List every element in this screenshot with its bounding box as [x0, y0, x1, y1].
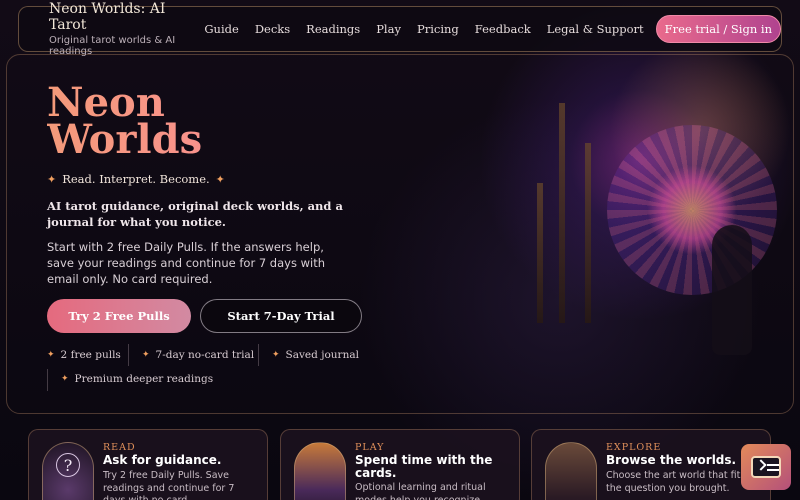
card-play[interactable]: PLAY Spend time with the cards. Optional…	[280, 429, 520, 500]
nav-readings[interactable]: Readings	[298, 22, 368, 36]
hero-title-line-2: Worlds	[47, 116, 203, 163]
card-description: Choose the art world that fits the quest…	[606, 470, 746, 494]
card-explore[interactable]: EXPLORE Browse the worlds. Choose the ar…	[531, 429, 771, 500]
feature-free-pulls: ✦ 2 free pulls	[47, 349, 121, 361]
nav-feedback[interactable]: Feedback	[467, 22, 539, 36]
start-trial-button[interactable]: Start 7-Day Trial	[200, 299, 362, 333]
feature-label: Premium deeper readings	[74, 373, 214, 385]
top-navigation-bar: Neon Worlds: AI Tarot Original tarot wor…	[18, 1, 782, 57]
tagline-text: Read. Interpret. Become.	[62, 172, 210, 186]
hero-title: Neon Worlds	[47, 84, 377, 158]
feature-no-card-trial: ✦ 7-day no-card trial	[142, 349, 254, 361]
world-art	[545, 442, 597, 500]
sparkle-icon: ✦	[142, 350, 150, 360]
chat-support-icon[interactable]	[741, 444, 791, 490]
feature-divider	[47, 369, 48, 391]
brand-subtitle: Original tarot worlds & AI readings	[49, 35, 176, 57]
question-mark-icon: ?	[56, 453, 80, 477]
sparkle-icon: ✦	[272, 350, 280, 360]
card-read[interactable]: ? READ Ask for guidance. Try 2 free Dail…	[28, 429, 268, 500]
feature-divider	[258, 344, 259, 366]
hero-body: Start with 2 free Daily Pulls. If the an…	[47, 240, 326, 286]
hero-section: Neon Worlds ✦ Read. Interpret. Become. ✦…	[47, 84, 377, 287]
pillar-art	[559, 103, 565, 323]
card-kicker: EXPLORE	[606, 442, 662, 453]
free-trial-sign-in-button[interactable]: Free trial / Sign in	[655, 15, 781, 43]
feature-label: Saved journal	[285, 349, 359, 361]
hero-tagline: ✦ Read. Interpret. Become. ✦	[47, 172, 377, 186]
card-title: Ask for guidance.	[103, 453, 222, 467]
card-thumbnail: ?	[42, 442, 94, 500]
feature-label: 2 free pulls	[60, 349, 121, 361]
brand-title: Neon Worlds: AI Tarot	[49, 1, 166, 33]
card-description: Try 2 free Daily Pulls. Save readings an…	[103, 470, 235, 500]
terminal-icon	[751, 456, 781, 478]
feature-divider	[128, 344, 129, 366]
card-description: Optional learning and ritual modes help …	[355, 482, 486, 500]
sparkle-icon: ✦	[215, 172, 225, 186]
card-kicker: READ	[103, 442, 136, 453]
main-nav: Guide Decks Readings Play Pricing Feedba…	[196, 15, 781, 43]
sparkle-icon: ✦	[47, 350, 55, 360]
pillar-art	[585, 143, 591, 323]
card-title: Spend time with the cards.	[355, 453, 493, 480]
try-free-pulls-button[interactable]: Try 2 Free Pulls	[47, 299, 191, 333]
nav-pricing[interactable]: Pricing	[409, 22, 467, 36]
feature-saved-journal: ✦ Saved journal	[272, 349, 359, 361]
hero-buttons: Try 2 Free Pulls Start 7-Day Trial	[47, 299, 362, 333]
sparkle-icon: ✦	[47, 172, 57, 186]
card-title: Browse the worlds.	[606, 453, 737, 467]
nav-guide[interactable]: Guide	[196, 22, 246, 36]
nav-play[interactable]: Play	[368, 22, 409, 36]
sparkle-icon: ✦	[61, 374, 69, 384]
pillar-art	[537, 183, 543, 323]
card-kicker: PLAY	[355, 442, 385, 453]
nav-decks[interactable]: Decks	[247, 22, 298, 36]
tarot-card-art	[294, 442, 346, 500]
hero-lead: AI tarot guidance, original deck worlds,…	[47, 199, 343, 229]
feature-premium-readings: ✦ Premium deeper readings	[61, 373, 213, 385]
seated-figure-art	[712, 225, 752, 355]
feature-label: 7-day no-card trial	[155, 349, 255, 361]
brand[interactable]: Neon Worlds: AI Tarot Original tarot wor…	[19, 1, 196, 57]
nav-legal-support[interactable]: Legal & Support	[539, 22, 652, 36]
